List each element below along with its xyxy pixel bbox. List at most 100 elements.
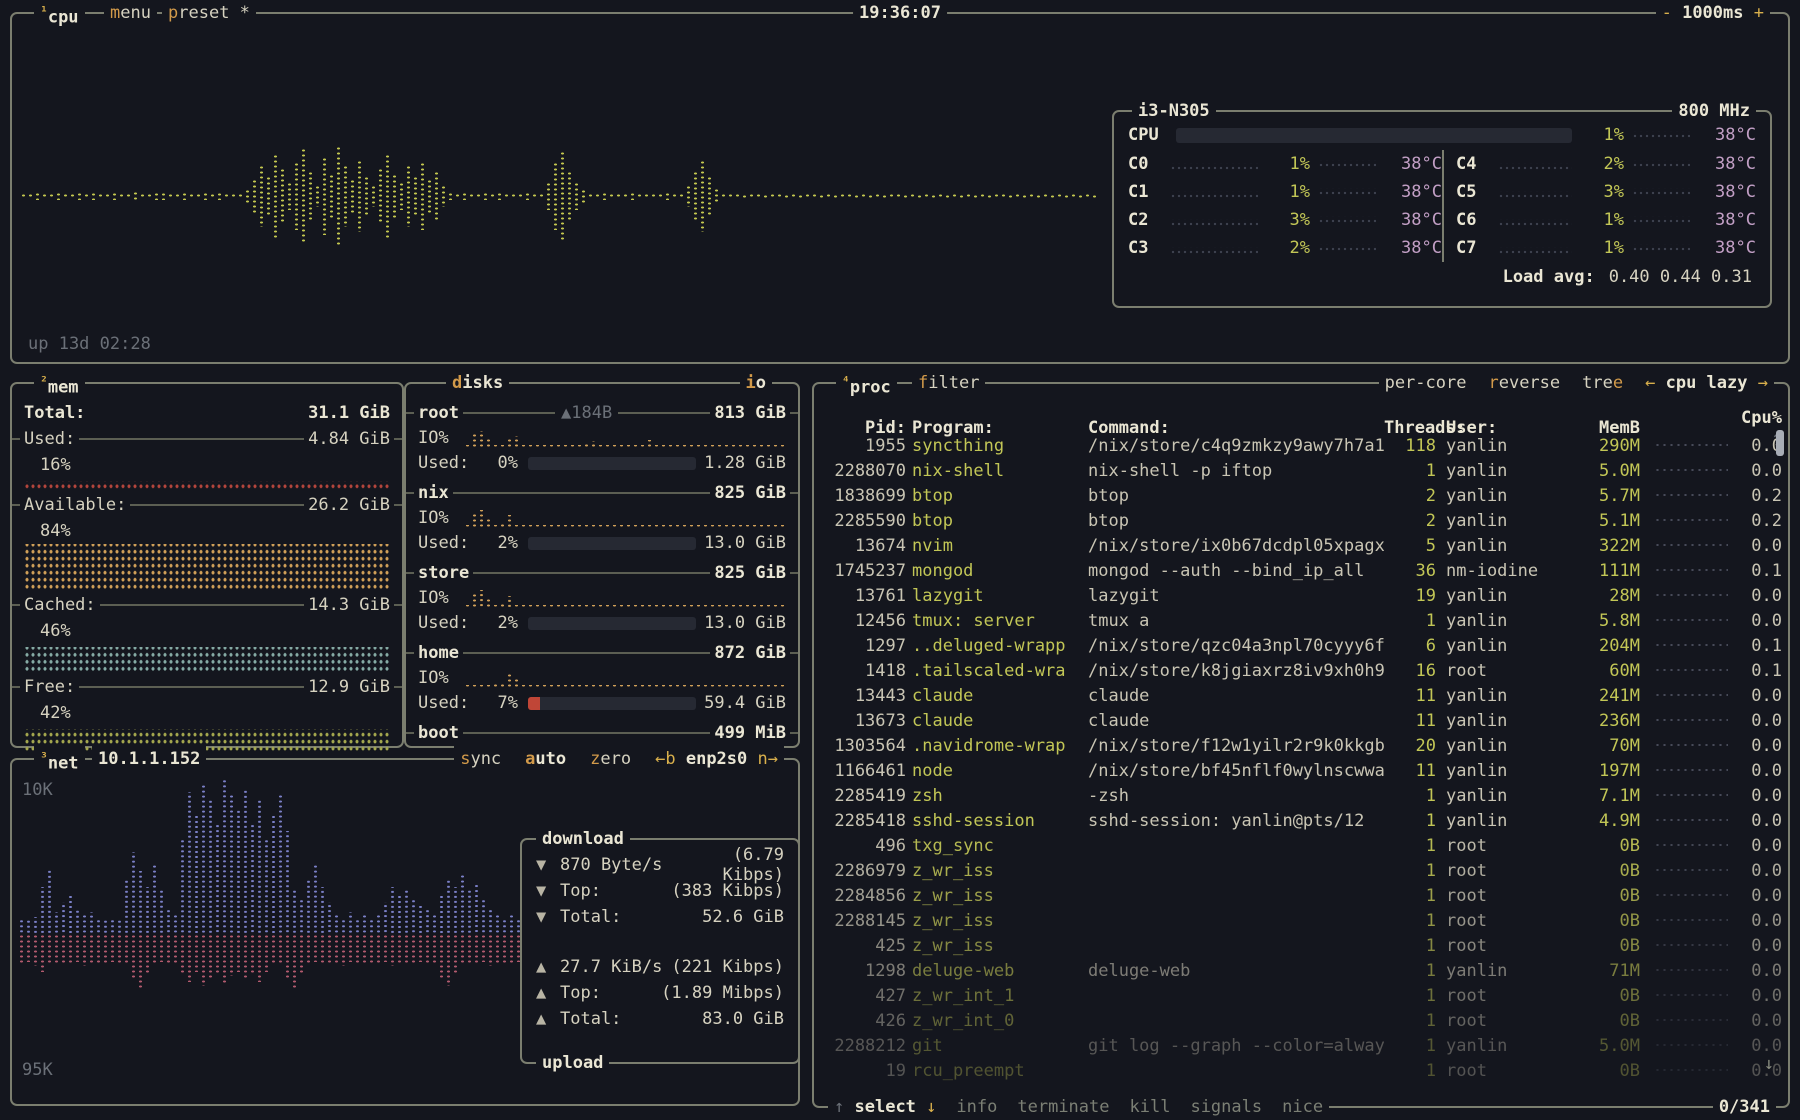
process-row[interactable]: 13443claudeclaude11yanlin241M0.0 [824, 683, 1778, 708]
sort-prev-button[interactable]: ← [1645, 373, 1655, 393]
signals-button[interactable]: signals [1190, 1094, 1262, 1120]
process-pid: 2285590 [824, 511, 906, 531]
process-user: yanlin [1446, 461, 1572, 481]
process-threads: 11 [1384, 686, 1436, 706]
process-row[interactable]: 1303564.navidrome-wrap/nix/store/f12w1yi… [824, 733, 1778, 758]
process-cpu-percent: 0.0 [1728, 1011, 1782, 1031]
process-pid: 13673 [824, 711, 906, 731]
info-button[interactable]: info [956, 1094, 997, 1120]
process-user: nm-iodine [1446, 561, 1572, 581]
net-box-title[interactable]: ³net [34, 746, 85, 777]
cpu-frequency-label: 800 MHz [1672, 98, 1756, 124]
select-control[interactable]: ↑ select ↓ [834, 1094, 936, 1120]
process-row[interactable]: 1166461node/nix/store/bf45nflf0wylnscwwa… [824, 758, 1778, 783]
process-row[interactable]: 12456tmux: servertmux a1yanlin5.8M0.0 [824, 608, 1778, 633]
process-mem: 111M [1572, 561, 1640, 581]
sort-field-label: cpu lazy [1666, 373, 1748, 393]
process-threads: 1 [1384, 611, 1436, 631]
process-row[interactable]: 2286979z_wr_iss1root0B0.0 [824, 858, 1778, 883]
net-prev-interface-button[interactable]: ←b [655, 749, 675, 769]
process-row[interactable]: 1298deluge-webdeluge-web1yanlin71M0.0 [824, 958, 1778, 983]
process-row[interactable]: 496txg_sync1root0B0.0 [824, 833, 1778, 858]
net-box-number: ³ [40, 751, 48, 766]
cpu-history-graph [20, 140, 1102, 252]
process-cpu-sparkline [1654, 592, 1728, 600]
process-program: btop [912, 486, 1088, 506]
disk-used-bar [528, 537, 696, 550]
process-row[interactable]: 2288145z_wr_iss1root0B0.0 [824, 908, 1778, 933]
process-mem: 5.8M [1572, 611, 1640, 631]
kill-button[interactable]: kill [1130, 1094, 1171, 1120]
terminate-button[interactable]: terminate [1017, 1094, 1109, 1120]
proc-scrollbar-thumb[interactable] [1776, 430, 1784, 456]
mem-box-title[interactable]: ²mem [34, 370, 85, 401]
disks-panel: disks io root▲184B813 GiBIO%Used:0%1.28 … [404, 382, 800, 748]
proc-box-title[interactable]: ⁴proc [836, 370, 897, 401]
process-row[interactable]: 1418.tailscaled-wra/nix/store/k8jgiaxrz8… [824, 658, 1778, 683]
process-cpu-sparkline [1654, 667, 1728, 675]
download-stat-row: ▼Total:52.6 GiB [536, 904, 784, 930]
process-row[interactable]: 1297..deluged-wrapp/nix/store/qzc04a3npl… [824, 633, 1778, 658]
process-pid: 13443 [824, 686, 906, 706]
core-percent: 2% [1266, 238, 1310, 258]
reverse-toggle[interactable]: reverse [1488, 370, 1560, 396]
upload-arrow-icon: ▲ [536, 1009, 560, 1029]
process-row[interactable]: 13761lazygitlazygit19yanlin28M0.0 [824, 583, 1778, 608]
process-row[interactable]: 425z_wr_iss1root0B0.0 [824, 933, 1778, 958]
process-row[interactable]: 13673claudeclaude11yanlin236M0.0 [824, 708, 1778, 733]
interval-increase-button[interactable]: + [1754, 3, 1764, 23]
process-cpu-sparkline [1654, 792, 1728, 800]
process-row[interactable]: 1838699btopbtop2yanlin5.7M0.2 [824, 483, 1778, 508]
net-zero-button[interactable]: zero [590, 746, 631, 772]
process-row[interactable]: 19rcu_preempt1root0B0.0 [824, 1058, 1778, 1083]
process-command: /nix/store/ix0b67dcdpl05xpagx5xs [1088, 536, 1384, 556]
proc-column-headers: Pid: Program: Command: Threads: User: Me… [824, 408, 1778, 433]
process-command: sshd-session: yanlin@pts/12 [1088, 811, 1384, 831]
select-up-icon[interactable]: ↑ [834, 1097, 844, 1117]
process-row[interactable]: 1745237mongodmongod --auth --bind_ip_all… [824, 558, 1778, 583]
process-user: root [1446, 1011, 1572, 1031]
sort-next-button[interactable]: → [1758, 373, 1768, 393]
process-row[interactable]: 2285590btopbtop2yanlin5.1M0.2 [824, 508, 1778, 533]
core-temp: 38°C [1698, 154, 1756, 174]
process-row[interactable]: 427z_wr_int_11root0B0.0 [824, 983, 1778, 1008]
cpu-box-title[interactable]: ¹cpu [34, 0, 85, 31]
process-row[interactable]: 426z_wr_int_01root0B0.0 [824, 1008, 1778, 1033]
net-sync-button[interactable]: sync [460, 746, 501, 772]
process-row[interactable]: 1955syncthing/nix/store/c4q9zmkzy9awy7h7… [824, 433, 1778, 458]
process-row[interactable]: 2285419zsh-zsh1yanlin7.1M0.0 [824, 783, 1778, 808]
disks-io-toggle[interactable]: io [740, 370, 773, 396]
process-cpu-percent: 0.0 [1728, 986, 1782, 1006]
net-box-label: net [48, 754, 79, 774]
select-down-icon[interactable]: ↓ [926, 1097, 936, 1117]
process-mem: 0B [1572, 986, 1640, 1006]
proc-filter-button[interactable]: filter [912, 370, 985, 396]
process-row[interactable]: 2288212gitgit log --graph --color=always… [824, 1033, 1778, 1058]
process-threads: 1 [1384, 986, 1436, 1006]
process-command: mongod --auth --bind_ip_all [1088, 561, 1384, 581]
process-mem: 0B [1572, 861, 1640, 881]
interval-decrease-button[interactable]: - [1662, 3, 1672, 23]
scroll-down-icon[interactable]: ↓ [1764, 1054, 1774, 1074]
process-program: z_wr_iss [912, 936, 1088, 956]
process-command: /nix/store/bf45nflf0wylnscwwa2xg [1088, 761, 1384, 781]
disks-box-title[interactable]: disks [446, 370, 509, 396]
per-core-toggle[interactable]: per-core [1385, 370, 1467, 396]
net-auto-button[interactable]: auto [525, 746, 566, 772]
process-row[interactable]: 2288070nix-shellnix-shell -p iftop1yanli… [824, 458, 1778, 483]
menu-button[interactable]: menu [104, 0, 157, 26]
process-cpu-sparkline [1654, 917, 1728, 925]
tree-toggle[interactable]: tree [1582, 370, 1623, 396]
process-row[interactable]: 2285418sshd-sessionsshd-session: yanlin@… [824, 808, 1778, 833]
net-next-interface-button[interactable]: n→ [758, 749, 778, 769]
process-row[interactable]: 13674nvim/nix/store/ix0b67dcdpl05xpagx5x… [824, 533, 1778, 558]
process-program: sshd-session [912, 811, 1088, 831]
mem-meter-label: Cached: [20, 595, 100, 615]
core-usage-sparkline [1498, 163, 1572, 171]
process-cpu-sparkline [1654, 867, 1728, 875]
preset-button[interactable]: preset * [162, 0, 256, 26]
upload-stat-value: (221 Kibps) [662, 957, 784, 977]
nice-button[interactable]: nice [1282, 1094, 1323, 1120]
process-row[interactable]: 2284856z_wr_iss1root0B0.0 [824, 883, 1778, 908]
core-usage-sparkline [1170, 163, 1258, 171]
